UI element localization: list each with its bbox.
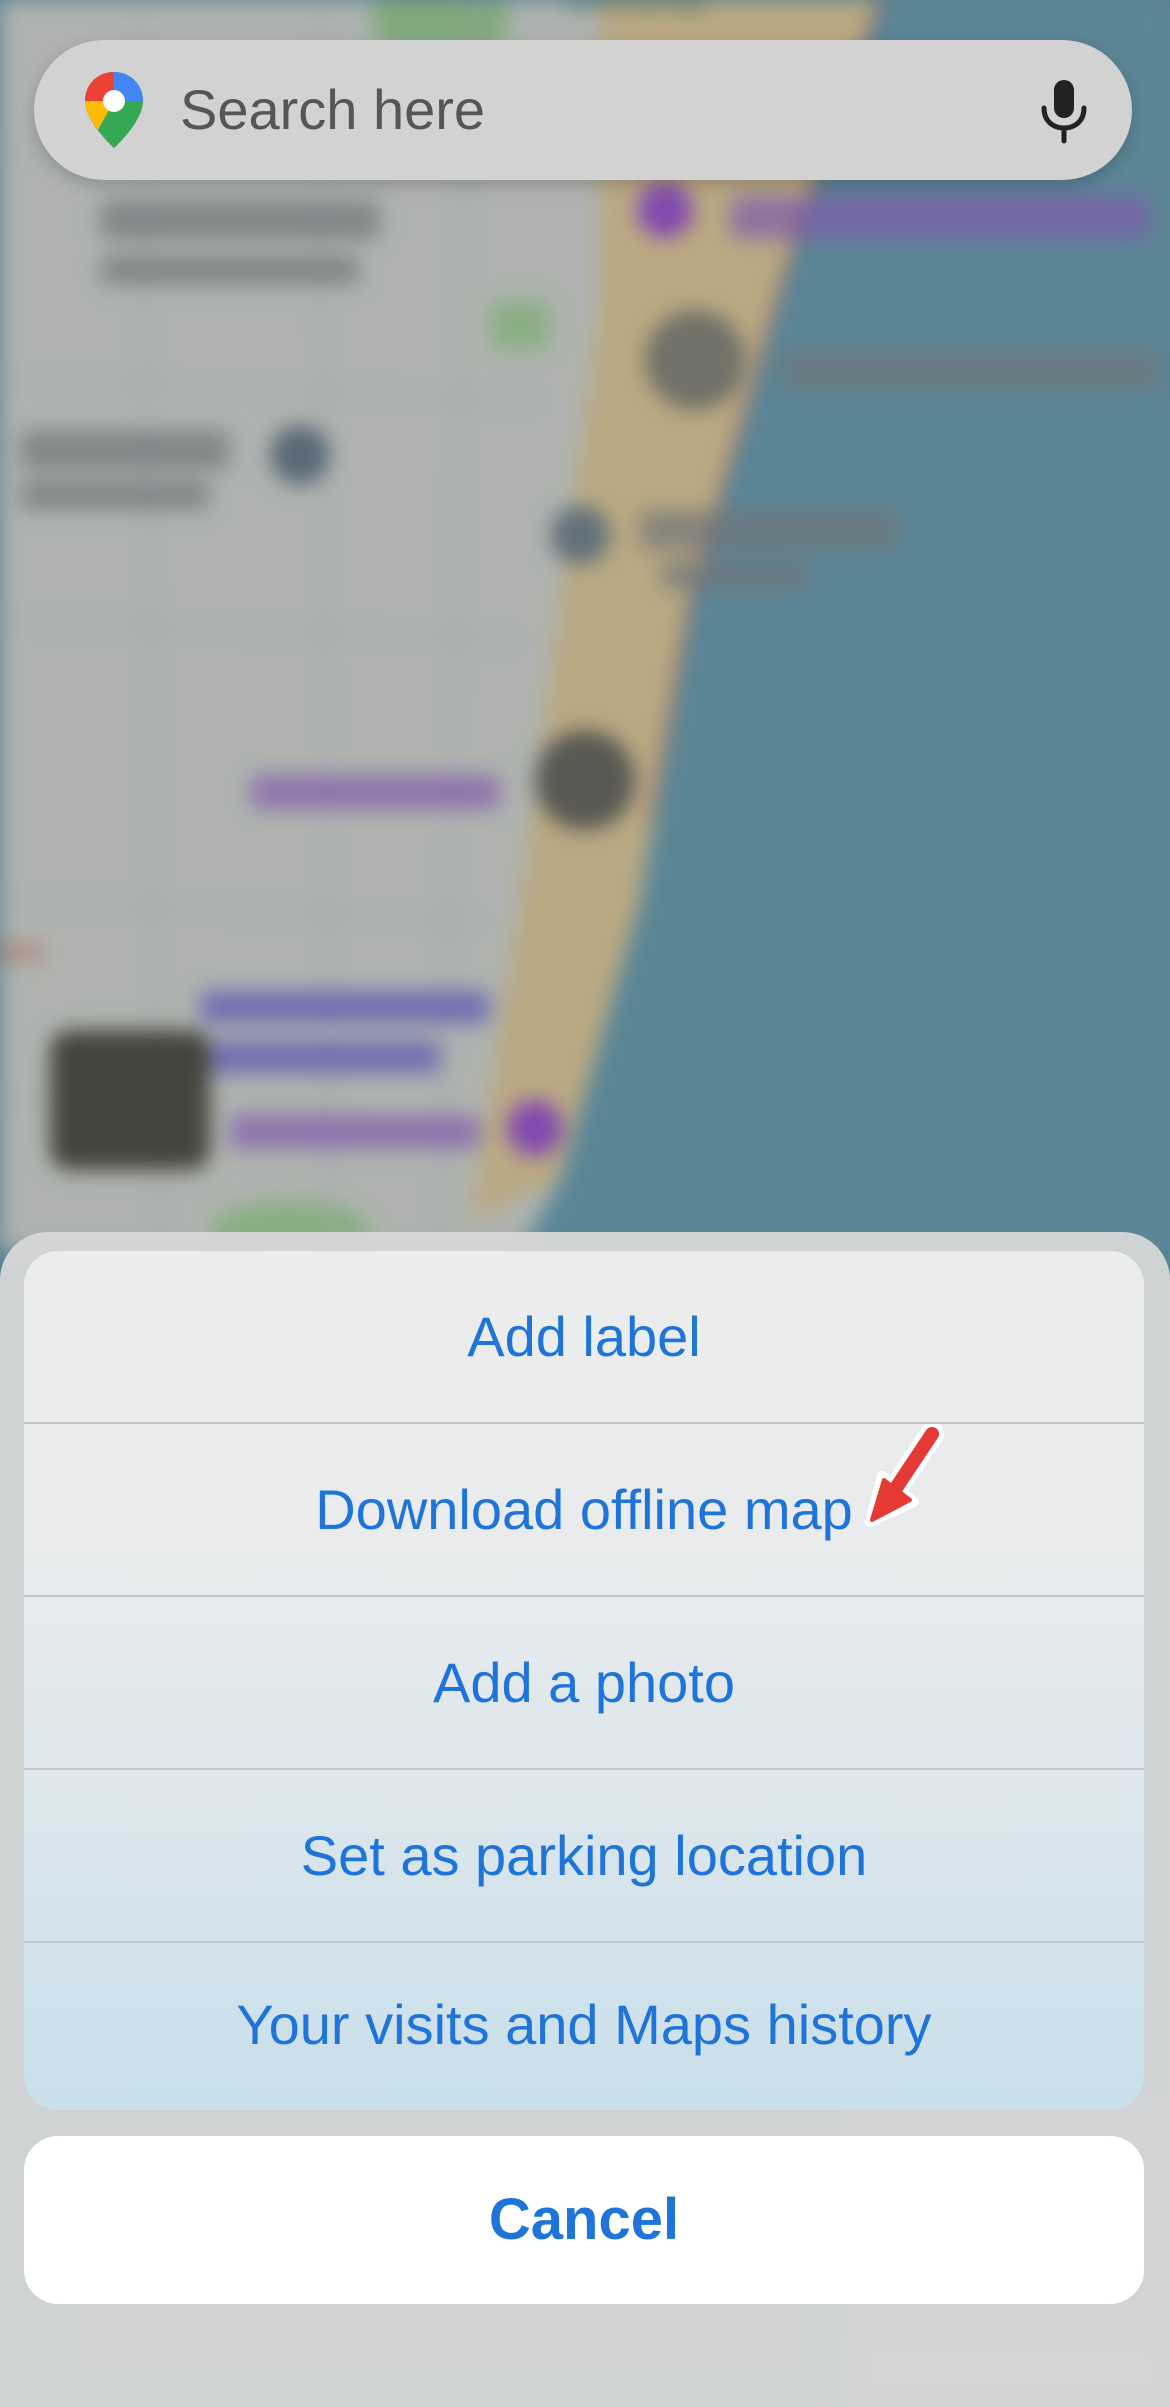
red-arrow-icon xyxy=(865,1424,944,1527)
microphone-icon[interactable] xyxy=(1038,78,1090,144)
set-parking-location-button[interactable]: Set as parking location xyxy=(24,1770,1144,1941)
visits-maps-history-button[interactable]: Your visits and Maps history xyxy=(24,1939,1144,2110)
action-sheet-options: Add label Download offline map Add a pho… xyxy=(24,1251,1144,2110)
search-input[interactable]: Search here xyxy=(180,40,485,180)
maps-screen: Memorial ars Search here Add label Downl… xyxy=(0,0,1170,2407)
add-label-button[interactable]: Add label xyxy=(24,1251,1144,1422)
download-offline-map-button[interactable]: Download offline map xyxy=(24,1424,1144,1595)
add-photo-button[interactable]: Add a photo xyxy=(24,1597,1144,1768)
search-bar[interactable]: Search here xyxy=(34,40,1132,180)
cancel-button[interactable]: Cancel xyxy=(24,2136,1144,2304)
maps-pin-icon xyxy=(85,72,143,148)
